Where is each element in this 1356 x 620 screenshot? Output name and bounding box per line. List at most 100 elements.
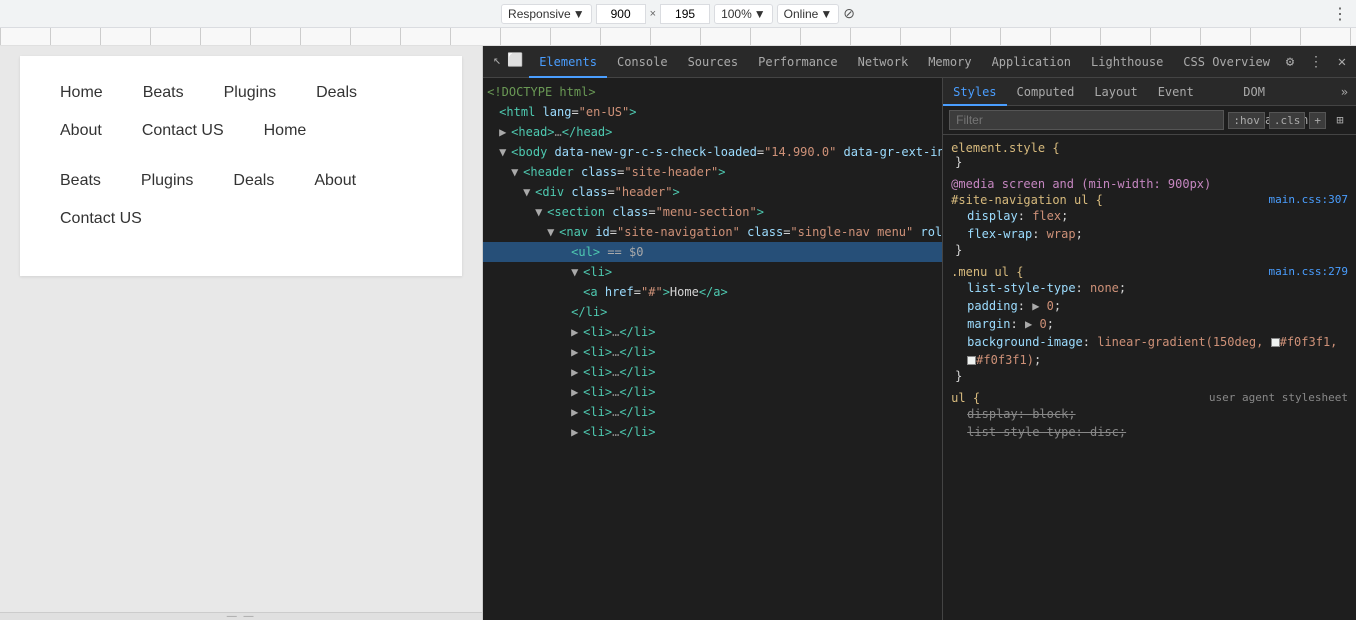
width-input[interactable] (596, 4, 646, 24)
block-icon: ⊘ (843, 5, 855, 22)
nav-item-home-1[interactable]: Home (40, 74, 123, 112)
dom-a-home[interactable]: <a href="#">Home</a> (483, 282, 942, 302)
ruler-track (0, 28, 1356, 45)
tab-computed[interactable]: Computed (1007, 78, 1085, 106)
style-block-ua: ul { user agent stylesheet display: bloc… (951, 391, 1348, 441)
style-menu-source[interactable]: main.css:279 (1269, 265, 1348, 279)
nav-item-deals-2[interactable]: Deals (213, 162, 294, 200)
style-prop-display: display: flex; (951, 207, 1348, 225)
nav-item-home-2[interactable]: Home (244, 112, 327, 150)
tab-event-listeners[interactable]: Event Listeners (1148, 78, 1234, 106)
tab-network[interactable]: Network (848, 46, 919, 78)
resize-icon: — — (227, 611, 256, 620)
nav-item-plugins-2[interactable]: Plugins (121, 162, 213, 200)
filter-add-button[interactable]: + (1309, 112, 1326, 129)
responsive-label: Responsive (508, 7, 571, 21)
dom-div-header[interactable]: ▼ <div class="header"> (483, 182, 942, 202)
tab-sources[interactable]: Sources (678, 46, 749, 78)
user-agent-label: user agent stylesheet (1209, 391, 1348, 405)
dom-head[interactable]: ▶ <head>…</head> (483, 122, 942, 142)
styles-tabs: Styles Computed Layout Event Listeners D… (943, 78, 1356, 106)
dom-html[interactable]: <html lang="en-US"> (483, 102, 942, 122)
element-style-selector: element.style { (951, 141, 1348, 155)
style-block-media: @media screen and (min-width: 900px) #si… (951, 177, 1348, 257)
dom-header[interactable]: ▼ <header class="site-header"> (483, 162, 942, 182)
style-nav-source[interactable]: main.css:307 (1269, 193, 1348, 207)
tab-styles[interactable]: Styles (943, 78, 1006, 106)
nav-item-beats-1[interactable]: Beats (123, 74, 204, 112)
layout-icon[interactable]: ⊞ (1330, 110, 1350, 130)
style-prop-padding: padding: ▶ 0; (951, 297, 1348, 315)
style-selector-row: #site-navigation ul { main.css:307 (951, 193, 1348, 207)
devtools-body: <!DOCTYPE html> <html lang="en-US"> ▶ <h… (483, 78, 1356, 620)
nav-item-about-1[interactable]: About (40, 112, 122, 150)
tab-icons[interactable]: ↖ ⬜ (487, 46, 529, 78)
vertical-dots-icon[interactable]: ⋮ (1306, 52, 1326, 72)
dimension-separator: × (650, 8, 656, 20)
nav-item-plugins-1[interactable]: Plugins (204, 74, 296, 112)
nav-item-beats-2[interactable]: Beats (40, 162, 121, 200)
toolbar-right: ⋮ (1332, 4, 1348, 24)
chevron-down-icon: ▼ (573, 7, 585, 21)
elements-panel: <!DOCTYPE html> <html lang="en-US"> ▶ <h… (483, 78, 943, 620)
preview-content: Home Beats Plugins Deals About Contact U… (0, 46, 482, 612)
dom-ul[interactable]: <ul> == $0 (483, 242, 942, 262)
styles-filter-input[interactable] (949, 110, 1224, 130)
tab-console[interactable]: Console (607, 46, 678, 78)
devtools-tabs: ↖ ⬜ Elements Console Sources Performance… (483, 46, 1356, 78)
zoom-select[interactable]: 100% ▼ (714, 4, 773, 24)
styles-content: element.style { } @media screen and (min… (943, 135, 1356, 620)
responsive-select[interactable]: Responsive ▼ (501, 4, 592, 24)
chevron-down-icon-online: ▼ (820, 7, 832, 21)
preview-resize-handle[interactable]: — — (0, 612, 482, 620)
dom-nav[interactable]: ▼ <nav id="site-navigation" class="singl… (483, 222, 942, 242)
tab-css-overview[interactable]: CSS Overview (1173, 46, 1280, 78)
nav-item-deals-1[interactable]: Deals (296, 74, 377, 112)
dom-doctype: <!DOCTYPE html> (483, 82, 942, 102)
devtools-toolbar: Responsive ▼ × 100% ▼ Online ▼ ⊘ ⋮ (0, 0, 1356, 28)
tab-layout[interactable]: Layout (1084, 78, 1147, 106)
tab-elements[interactable]: Elements (529, 46, 607, 78)
more-options-icon[interactable]: ⋮ (1332, 4, 1348, 24)
nav-row-2: Beats Plugins Deals About Contact US (40, 158, 442, 246)
style-menu-selector: .menu ul { (951, 265, 1023, 279)
close-icon[interactable]: ✕ (1332, 52, 1352, 72)
dom-li-3[interactable]: ▶ <li>…</li> (483, 342, 942, 362)
dom-li-1[interactable]: ▼ <li> (483, 262, 942, 282)
dom-li-5[interactable]: ▶ <li>…</li> (483, 382, 942, 402)
tab-lighthouse[interactable]: Lighthouse (1081, 46, 1173, 78)
style-prop-liststyle-ua: list-style-type: disc; (951, 423, 1348, 441)
settings-icon[interactable]: ⚙ (1280, 52, 1300, 72)
nav-item-contact-1[interactable]: Contact US (122, 112, 244, 150)
style-prop-margin: margin: ▶ 0; (951, 315, 1348, 333)
nav-item-contact-2[interactable]: Contact US (40, 200, 162, 238)
dom-li-7[interactable]: ▶ <li>…</li> (483, 422, 942, 442)
style-nav-close: } (951, 243, 1348, 257)
dom-li-2[interactable]: ▶ <li>…</li> (483, 322, 942, 342)
element-style-close: } (951, 155, 1348, 169)
nav-row-1: Home Beats Plugins Deals About Contact U… (40, 66, 442, 158)
nav-demo: Home Beats Plugins Deals About Contact U… (20, 56, 462, 276)
tab-application[interactable]: Application (982, 46, 1081, 78)
style-nav-selector: #site-navigation ul { (951, 193, 1103, 207)
style-prop-liststyle: list-style-type: none; (951, 279, 1348, 297)
tab-performance[interactable]: Performance (748, 46, 847, 78)
tab-memory[interactable]: Memory (918, 46, 981, 78)
dom-body[interactable]: ▼ <body data-new-gr-c-s-check-loaded="14… (483, 142, 942, 162)
dom-section[interactable]: ▼ <section class="menu-section"> (483, 202, 942, 222)
online-label: Online (784, 7, 819, 21)
style-prop-flexwrap: flex-wrap: wrap; (951, 225, 1348, 243)
filter-cls-button[interactable]: .cls (1269, 112, 1306, 129)
devtools-tab-icons: ⚙ ⋮ ✕ (1280, 52, 1352, 72)
dom-li-4[interactable]: ▶ <li>…</li> (483, 362, 942, 382)
nav-item-about-2[interactable]: About (294, 162, 376, 200)
online-select[interactable]: Online ▼ (777, 4, 840, 24)
styles-tab-more[interactable]: » (1333, 85, 1356, 99)
style-media-query: @media screen and (min-width: 900px) (951, 177, 1348, 191)
dom-li-6[interactable]: ▶ <li>…</li> (483, 402, 942, 422)
tab-dom-breakpoints[interactable]: DOM Breakpoints (1233, 78, 1332, 106)
style-block-element: element.style { } (951, 141, 1348, 169)
height-input[interactable] (660, 4, 710, 24)
filter-hov-button[interactable]: :hov (1228, 112, 1265, 129)
style-ua-selector-row: ul { user agent stylesheet (951, 391, 1348, 405)
